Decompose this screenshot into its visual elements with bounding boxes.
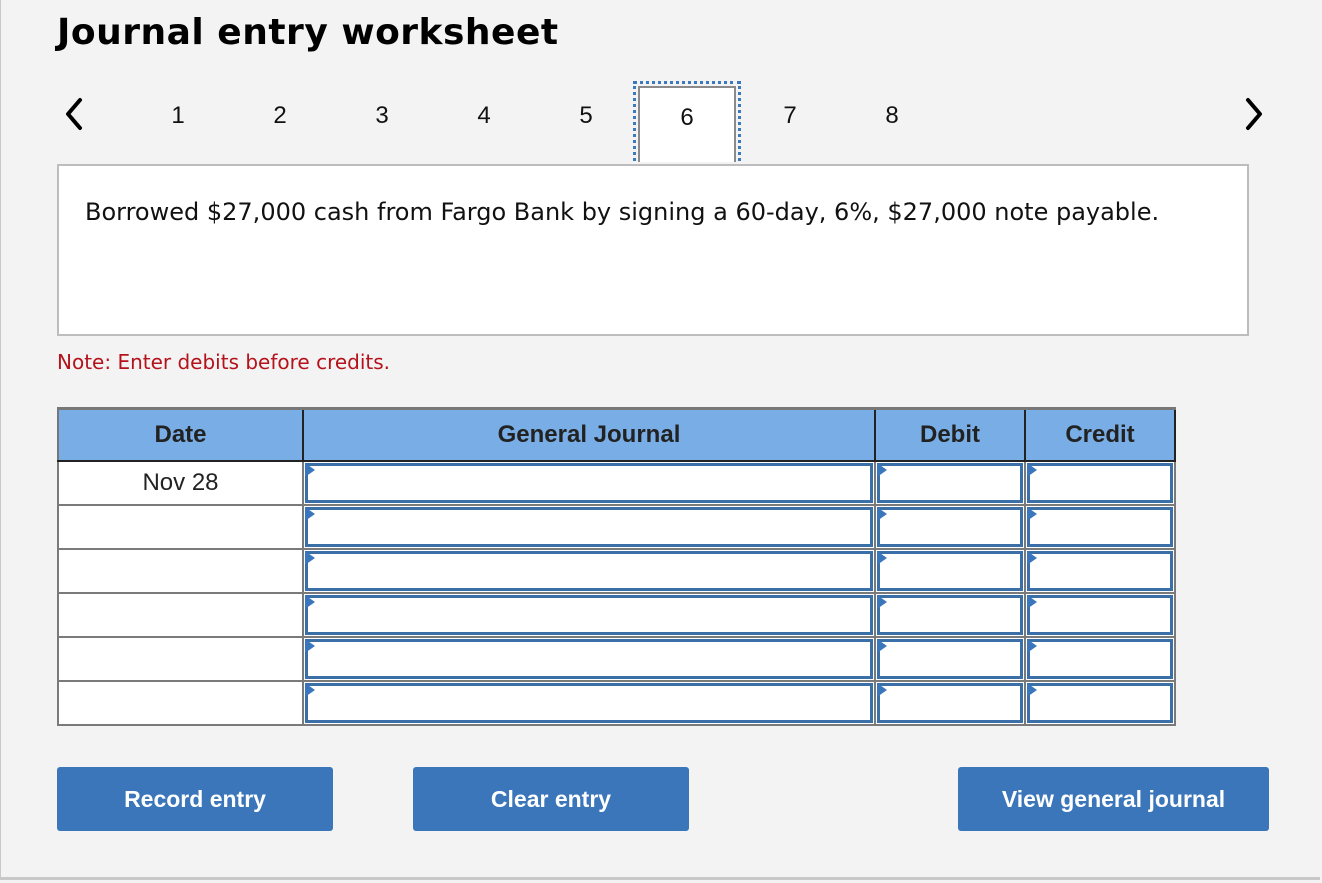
date-cell: [57, 636, 304, 682]
transaction-description: Borrowed $27,000 cash from Fargo Bank by…: [57, 164, 1249, 336]
dropdown-marker-icon: [877, 463, 887, 477]
dropdown-marker-icon: [305, 507, 315, 521]
credit-cell: [1024, 592, 1176, 638]
dropdown-marker-icon: [1027, 639, 1037, 653]
dropdown-marker-icon: [305, 463, 315, 477]
journal-row: [57, 548, 1176, 594]
instruction-note: Note: Enter debits before credits.: [57, 350, 391, 374]
dropdown-marker-icon: [305, 639, 315, 653]
dropdown-marker-icon: [1027, 463, 1037, 477]
credit-input[interactable]: [1027, 595, 1173, 635]
account-cell: [302, 548, 876, 594]
credit-input[interactable]: [1027, 551, 1173, 591]
page-tab-1[interactable]: 1: [128, 86, 228, 146]
view-general-journal-button[interactable]: View general journal: [958, 767, 1269, 831]
account-cell: [302, 680, 876, 726]
account-select[interactable]: [305, 551, 873, 591]
debit-input[interactable]: [877, 463, 1023, 503]
debit-cell: [874, 504, 1026, 550]
debit-cell: [874, 548, 1026, 594]
credit-input[interactable]: [1027, 639, 1173, 679]
header-general-journal: General Journal: [302, 407, 876, 462]
journal-header-row: Date General Journal Debit Credit: [57, 407, 1176, 462]
credit-cell: [1024, 636, 1176, 682]
date-cell: [57, 680, 304, 726]
account-cell: [302, 504, 876, 550]
page-tab-6-label: 6: [638, 86, 736, 162]
journal-row: Nov 28: [57, 460, 1176, 506]
account-cell: [302, 592, 876, 638]
page-tab-8[interactable]: 8: [842, 86, 942, 146]
credit-cell: [1024, 548, 1176, 594]
page-tab-7[interactable]: 7: [740, 86, 840, 146]
journal-row: [57, 592, 1176, 638]
debit-input[interactable]: [877, 683, 1023, 723]
account-select[interactable]: [305, 683, 873, 723]
chevron-right-icon: [1246, 98, 1262, 130]
credit-input[interactable]: [1027, 507, 1173, 547]
dropdown-marker-icon: [1027, 507, 1037, 521]
account-select[interactable]: [305, 595, 873, 635]
debit-input[interactable]: [877, 507, 1023, 547]
dropdown-marker-icon: [305, 551, 315, 565]
dropdown-marker-icon: [305, 683, 315, 697]
debit-cell: [874, 636, 1026, 682]
journal-row: [57, 636, 1176, 682]
journal-table: Date General Journal Debit Credit Nov 28: [57, 407, 1176, 726]
page-tab-2[interactable]: 2: [230, 86, 330, 146]
dropdown-marker-icon: [877, 639, 887, 653]
credit-cell: [1024, 680, 1176, 726]
next-button[interactable]: [1238, 94, 1268, 134]
date-cell: [57, 592, 304, 638]
credit-cell: [1024, 460, 1176, 506]
journal-row: [57, 504, 1176, 550]
clear-entry-button[interactable]: Clear entry: [413, 767, 689, 831]
credit-input[interactable]: [1027, 683, 1173, 723]
date-cell: [57, 548, 304, 594]
account-cell: [302, 636, 876, 682]
dropdown-marker-icon: [1027, 551, 1037, 565]
debit-input[interactable]: [877, 595, 1023, 635]
debit-cell: [874, 460, 1026, 506]
credit-cell: [1024, 504, 1176, 550]
dropdown-marker-icon: [877, 551, 887, 565]
date-cell: Nov 28: [57, 460, 304, 506]
debit-cell: [874, 680, 1026, 726]
chevron-left-icon: [66, 98, 82, 130]
debit-cell: [874, 592, 1026, 638]
dropdown-marker-icon: [1027, 595, 1037, 609]
account-select[interactable]: [305, 463, 873, 503]
header-debit: Debit: [874, 407, 1026, 462]
credit-input[interactable]: [1027, 463, 1173, 503]
dropdown-marker-icon: [877, 507, 887, 521]
page-title: Journal entry worksheet: [57, 12, 559, 53]
page-tab-4[interactable]: 4: [434, 86, 534, 146]
page-tab-5[interactable]: 5: [536, 86, 636, 146]
journal-row: [57, 680, 1176, 726]
account-select[interactable]: [305, 639, 873, 679]
record-entry-button[interactable]: Record entry: [57, 767, 333, 831]
dropdown-marker-icon: [305, 595, 315, 609]
debit-input[interactable]: [877, 639, 1023, 679]
header-date: Date: [57, 407, 304, 462]
page-tab-3[interactable]: 3: [332, 86, 432, 146]
account-cell: [302, 460, 876, 506]
prev-button[interactable]: [60, 94, 90, 134]
date-cell: [57, 504, 304, 550]
dropdown-marker-icon: [877, 595, 887, 609]
dropdown-marker-icon: [1027, 683, 1037, 697]
page-tab-6-active[interactable]: 6: [633, 81, 741, 167]
debit-input[interactable]: [877, 551, 1023, 591]
dropdown-marker-icon: [877, 683, 887, 697]
account-select[interactable]: [305, 507, 873, 547]
header-credit: Credit: [1024, 407, 1176, 462]
